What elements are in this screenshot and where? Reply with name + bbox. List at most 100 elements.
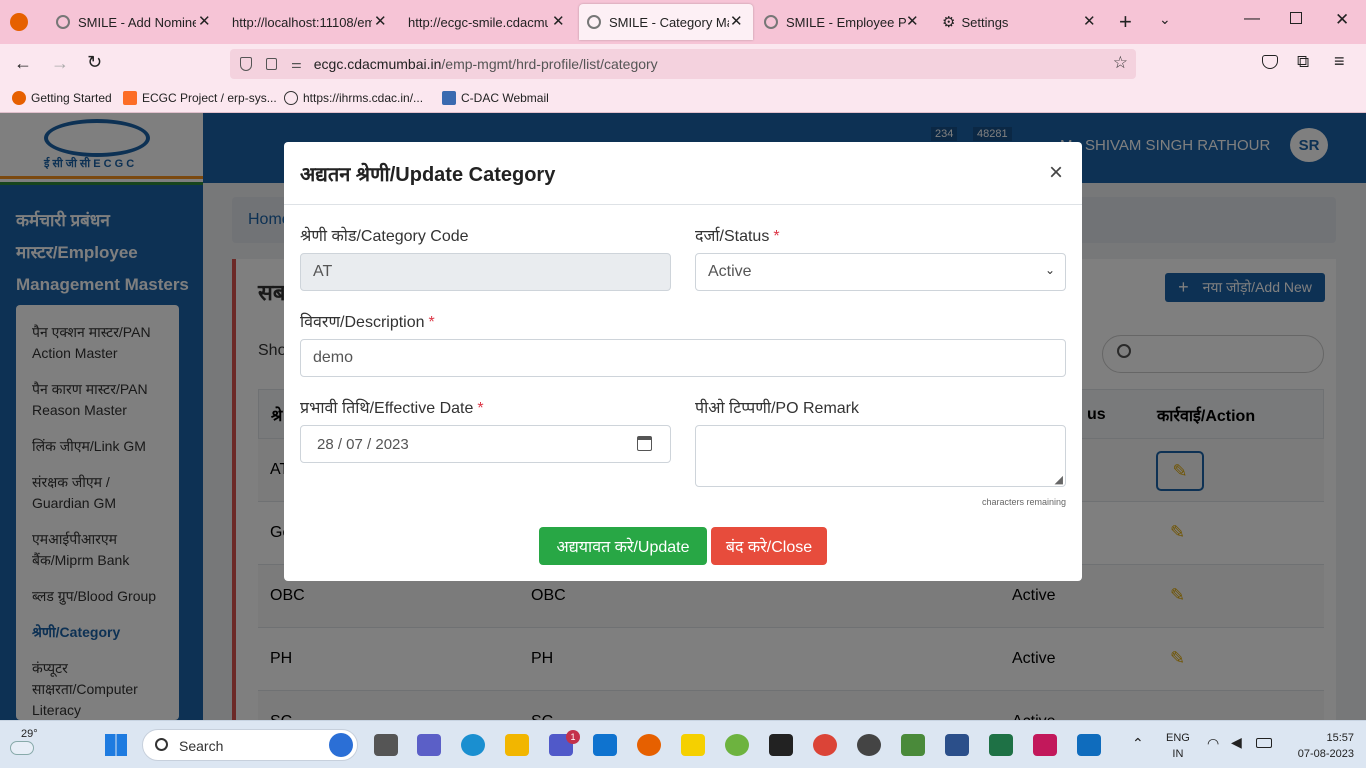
reload-icon[interactable]: ↻ [87,52,102,73]
tab-ecgc-smile[interactable]: http://ecgc-smile.cdacmum [400,4,576,40]
edge-icon[interactable] [461,734,485,756]
back-arrow-icon[interactable]: ← [14,53,32,74]
browser-nav-bar: ← → ↻ ⚌ ecgc.cdacmumbai.in/emp-mgmt/hrd-… [0,44,1366,86]
lock-crossed-icon [266,58,277,70]
required-marker: * [477,400,484,417]
globe-icon [284,91,298,105]
wifi-icon[interactable]: ◠ [1207,735,1219,752]
description-label: विवरण/Description * [300,314,435,331]
required-marker: * [773,228,780,245]
bookmark-getting-started[interactable]: Getting Started [12,91,112,105]
po-remark-label: पीओ टिप्पणी/PO Remark [695,400,859,417]
bookmark-ihrms[interactable]: https://ihrms.cdac.in/... [284,91,423,105]
update-category-modal: अद्यतन श्रेणी/Update Category × श्रेणी क… [284,142,1082,581]
status-label: दर्जा/Status * [695,228,780,245]
pocket-icon[interactable] [1262,55,1278,69]
spring-tool-icon[interactable] [725,734,749,756]
battery-icon[interactable] [1256,738,1272,748]
url-bar[interactable]: ⚌ ecgc.cdacmumbai.in/emp-mgmt/hrd-profil… [230,49,1136,79]
menu-icon[interactable]: ≡ [1334,51,1345,72]
url-host: ecgc.cdacmumbai.in [313,56,442,72]
status-select[interactable]: Active ⌄ [695,253,1066,291]
close-icon[interactable]: × [1049,159,1063,187]
weather-temp: 29° [21,728,38,740]
permissions-icon: ⚌ [291,57,302,71]
gitlab-icon [123,91,137,105]
tab-favicon-icon [764,15,778,29]
weather-cloud-icon[interactable] [10,741,34,755]
notification-badge: 1 [566,730,580,744]
gear-icon: ⚙ [942,14,956,31]
close-tab-icon[interactable]: ✕ [906,12,919,30]
modal-header: अद्यतन श्रेणी/Update Category × [284,142,1082,205]
firefox-icon[interactable] [10,13,28,31]
chevron-up-icon[interactable]: ⌃ [1132,735,1144,752]
new-tab-icon[interactable]: + [1119,9,1132,35]
bookmark-star-icon[interactable]: ☆ [1113,53,1128,73]
cdac-logo-icon [442,91,456,105]
close-tab-icon[interactable]: ✕ [374,12,387,30]
firefox-icon[interactable] [637,734,661,756]
required-marker: * [428,314,435,331]
bookmark-ecgc-project[interactable]: ECGC Project / erp-sys... [123,91,277,105]
video-call-icon[interactable] [417,734,441,756]
activity-icon[interactable] [901,734,925,756]
outlook-icon[interactable] [1077,734,1101,756]
tool-icon[interactable] [945,734,969,756]
extensions-icon[interactable]: ⧉ [1297,52,1309,72]
language-indicator[interactable]: ENG IN [1166,730,1190,762]
taskbar-search[interactable]: Search [142,729,358,761]
store-icon[interactable] [593,734,617,756]
calendar-icon[interactable] [637,436,652,451]
close-window-icon[interactable]: ✕ [1335,10,1349,30]
po-remark-textarea[interactable]: ◢ [695,425,1066,487]
effective-date-input[interactable]: 28 / 07 / 2023 [300,425,671,463]
file-explorer-icon[interactable] [505,734,529,756]
sticky-notes-icon[interactable] [681,734,705,756]
bookmark-cdac-webmail[interactable]: C-DAC Webmail [442,91,549,105]
tab-localhost[interactable]: http://localhost:11108/emp [224,4,392,40]
modal-title: अद्यतन श्रेणी/Update Category [300,164,556,186]
tab-employee-profile[interactable]: SMILE - Employee Prof [756,4,928,40]
task-view-icon[interactable] [374,734,398,756]
close-tab-icon[interactable]: ✕ [198,12,211,30]
close-button[interactable]: बंद करे/Close [711,527,827,565]
forward-arrow-icon[interactable]: → [51,53,69,74]
tab-list-chevron-icon[interactable]: ⌄ [1159,11,1171,28]
close-tab-icon[interactable]: ✕ [730,12,743,30]
category-code-field[interactable]: AT [300,253,671,291]
chrome-icon[interactable] [813,734,837,756]
close-tab-icon[interactable]: ✕ [1083,12,1096,30]
excel-icon[interactable] [989,734,1013,756]
update-button[interactable]: अद्ययावत करे/Update [539,527,707,565]
search-icon [155,738,168,751]
browser-tab-bar: SMILE - Add Nominee ✕ http://localhost:1… [0,0,1366,44]
firefox-icon [12,91,26,105]
category-code-label: श्रेणी कोड/Category Code [300,228,469,245]
terminal-icon[interactable] [769,734,793,756]
shield-icon [240,57,252,71]
start-windows-icon[interactable] [105,734,127,756]
description-input[interactable]: demo [300,339,1066,377]
url-text: ecgc.cdacmumbai.in/emp-mgmt/hrd-profile/… [314,56,658,72]
minimize-icon[interactable]: — [1244,10,1260,28]
resize-handle-icon[interactable]: ◢ [1055,473,1063,486]
tab-category-master[interactable]: SMILE - Category Mast [579,4,753,40]
tab-add-nominee[interactable]: SMILE - Add Nominee [48,4,216,40]
bookmarks-bar: Getting Started ECGC Project / erp-sys..… [0,86,1366,113]
chevron-down-icon: ⌄ [1044,263,1055,277]
bing-icon[interactable] [329,733,353,757]
clock[interactable]: 15:57 07-08-2023 [1298,730,1354,762]
app-icon[interactable] [857,734,881,756]
restore-icon[interactable] [1290,12,1302,24]
close-tab-icon[interactable]: ✕ [552,12,565,30]
characters-remaining: characters remaining [981,497,1066,507]
snipping-icon[interactable] [1033,734,1057,756]
tab-favicon-icon [56,15,70,29]
speaker-icon[interactable]: ◀ [1231,734,1242,751]
effective-date-label: प्रभावी तिथि/Effective Date * [300,400,484,417]
tab-settings[interactable]: ⚙ Settings [934,4,1084,40]
tab-favicon-icon [587,15,601,29]
url-path: /emp-mgmt/hrd-profile/list/category [441,56,658,72]
windows-taskbar: 29° Search 1 ⌃ ENG IN ◠ ◀ 15:57 07-08-20… [0,720,1366,768]
